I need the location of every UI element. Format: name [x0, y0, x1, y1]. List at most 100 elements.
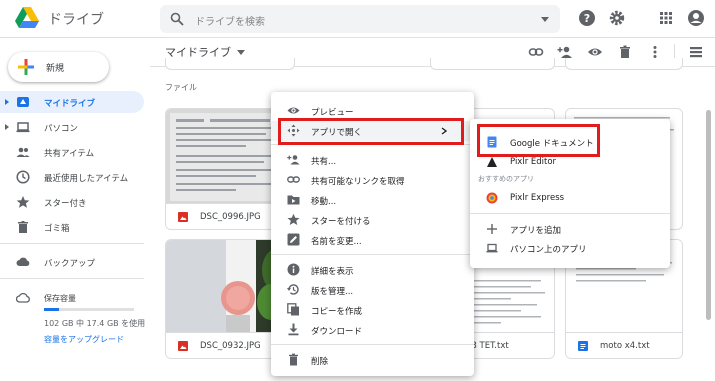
sidebar-item-trash[interactable]: ゴミ箱 [0, 216, 144, 238]
plus-icon [487, 224, 497, 234]
menu-item-delete[interactable]: 削除 [271, 350, 474, 370]
menu-item-manage-versions[interactable]: 版を管理... [271, 280, 474, 300]
sidebar-item-recent[interactable]: 最近使用したアイテム [0, 166, 144, 188]
menu-item-move[interactable]: 移動... [271, 190, 474, 210]
menu-item-label: 詳細を表示 [311, 267, 354, 277]
my-drive-icon [17, 97, 29, 107]
pixlr-express-icon [486, 192, 498, 204]
folder-move-icon [287, 195, 300, 205]
help-icon[interactable]: ? [578, 9, 596, 27]
pixlr-editor-icon [487, 157, 497, 167]
sidebar-item-label: スター付き [44, 199, 87, 209]
computer-icon [16, 122, 30, 133]
cloud-icon [16, 257, 30, 266]
vertical-scrollbar[interactable] [706, 110, 711, 320]
menu-item-label: コピーを作成 [311, 307, 363, 317]
menu-item-get-link[interactable]: 共有可能なリンクを取得 [271, 170, 474, 190]
storage-title: 保存容量 [44, 294, 76, 303]
rename-icon [287, 233, 300, 246]
file-name: DSC_0996.JPG [200, 212, 261, 222]
colorful-plus-icon [18, 59, 34, 75]
files-section-heading: ファイル [165, 83, 197, 92]
upgrade-storage-link[interactable]: 容量をアップグレード [44, 334, 124, 345]
storage-section: 保存容量 [0, 287, 144, 309]
storage-usage-bar [44, 308, 134, 311]
people-icon [16, 147, 30, 157]
sidebar-item-label: バックアップ [44, 259, 96, 269]
submenu-item-add-app[interactable]: アプリを追加 [470, 219, 670, 239]
person-add-icon [287, 155, 300, 165]
file-name: DSC_0932.JPG [200, 341, 261, 351]
sidebar-item-label: 最近使用したアイテム [44, 174, 129, 184]
app-title: ドライブ [48, 12, 104, 28]
suggested-apps-heading: おすすめのアプリ [478, 175, 534, 183]
menu-item-make-copy[interactable]: コピーを作成 [271, 300, 474, 320]
document-file-icon [578, 341, 588, 351]
sidebar-divider [0, 278, 144, 279]
history-icon [287, 284, 299, 295]
account-avatar-icon[interactable] [687, 9, 705, 27]
submenu-item-label: パソコン上のアプリ [510, 245, 587, 255]
highlight-box-google-docs [477, 124, 600, 157]
star-icon [287, 213, 300, 225]
file-name: moto x4.txt [600, 341, 650, 351]
submenu-item-label: Pixlr Editor [510, 157, 557, 167]
chevron-down-icon[interactable] [236, 48, 246, 56]
svg-text:?: ? [584, 12, 590, 25]
sidebar-item-label: ゴミ箱 [44, 224, 70, 234]
menu-item-label: ダウンロード [311, 327, 363, 337]
sidebar-item-computers[interactable]: パソコン [0, 116, 144, 138]
folder-card-partial[interactable] [165, 58, 295, 70]
menu-item-label: 共有可能なリンクを取得 [311, 177, 405, 187]
cloud-outline-icon [16, 292, 30, 303]
copy-icon [287, 303, 299, 316]
sidebar-item-shared[interactable]: 共有アイテム [0, 141, 144, 163]
info-icon [287, 263, 300, 276]
menu-item-details[interactable]: 詳細を表示 [271, 260, 474, 280]
new-button-label: 新規 [46, 64, 65, 74]
menu-item-share[interactable]: 共有... [271, 150, 474, 170]
menu-item-label: 移動... [311, 197, 337, 207]
search-box[interactable]: ドライブを検索 [160, 5, 560, 33]
sidebar-item-label: パソコン [44, 124, 79, 134]
menu-item-rename[interactable]: 名前を変更... [271, 230, 474, 250]
menu-divider [271, 344, 474, 345]
menu-item-add-star[interactable]: スターを付ける [271, 210, 474, 230]
menu-item-label: プレビュー [311, 108, 354, 118]
new-button[interactable]: 新規 [8, 52, 109, 82]
expand-caret-icon[interactable] [4, 123, 10, 131]
eye-icon [287, 107, 300, 114]
download-icon [288, 323, 299, 336]
menu-item-label: 名前を変更... [311, 237, 362, 247]
expand-caret-icon[interactable] [4, 98, 10, 106]
storage-usage-text: 102 GB 中 17.4 GB を使用 [44, 319, 146, 328]
list-view-icon[interactable] [688, 44, 704, 60]
sidebar-item-backups[interactable]: バックアップ [0, 251, 144, 273]
sidebar-item-my-drive[interactable]: マイドライブ [0, 91, 144, 113]
sidebar-item-starred[interactable]: スター付き [0, 191, 144, 213]
sidebar-item-label: マイドライブ [44, 99, 96, 109]
submenu-item-pixlr-express[interactable]: Pixlr Express [470, 188, 670, 208]
link-icon [287, 176, 300, 183]
settings-gear-icon[interactable] [608, 9, 626, 27]
menu-item-label: 版を管理... [311, 287, 354, 297]
submenu-item-label: Pixlr Express [510, 193, 565, 203]
top-bar: ドライブ ドライブを検索 ? [0, 0, 715, 38]
google-drive-logo[interactable] [14, 6, 40, 30]
folder-card-partial[interactable] [430, 58, 555, 70]
sidebar-divider [0, 243, 144, 244]
laptop-icon [486, 243, 498, 253]
storage-usage-fill [44, 308, 60, 311]
sidebar-item-label: 共有アイテム [44, 149, 95, 159]
menu-divider [271, 254, 474, 255]
apps-grid-icon[interactable] [657, 9, 675, 27]
menu-item-label: 共有... [311, 157, 337, 167]
highlight-box-open-with [278, 118, 464, 145]
menu-item-download[interactable]: ダウンロード [271, 320, 474, 340]
submenu-item-computer-apps[interactable]: パソコン上のアプリ [470, 238, 670, 258]
search-placeholder: ドライブを検索 [195, 17, 265, 28]
star-icon [16, 196, 30, 208]
search-options-icon[interactable] [540, 14, 550, 24]
folder-card-partial[interactable] [565, 58, 683, 70]
file-card-footer: moto x4.txt [566, 332, 682, 358]
